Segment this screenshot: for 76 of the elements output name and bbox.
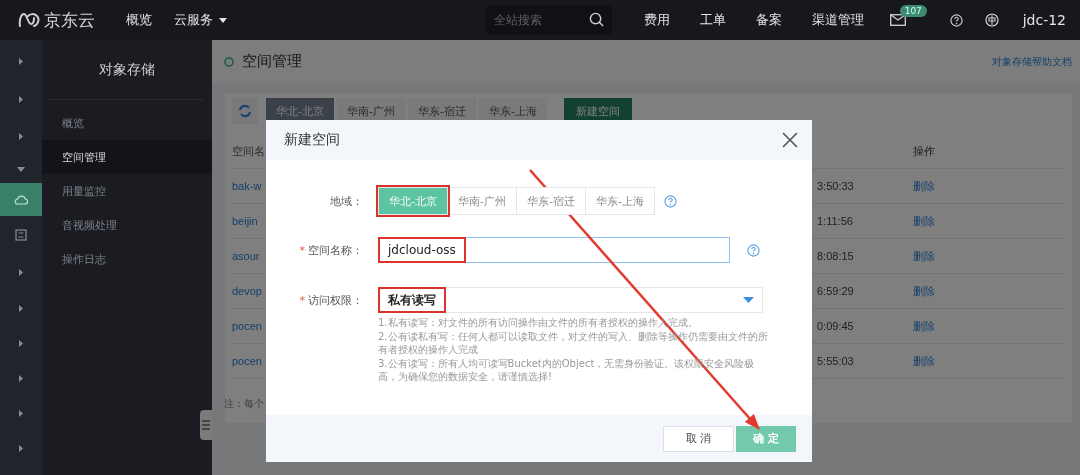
confirm-button[interactable]: 确 定 (736, 425, 796, 452)
table-cell[interactable]: devop (232, 285, 262, 297)
region-option[interactable]: 华东-宿迁 (515, 187, 586, 215)
delete-link[interactable]: 删除 (913, 178, 935, 194)
top-link[interactable]: 备案 (755, 11, 782, 29)
help-doc-link[interactable]: 对象存储帮助文档 (992, 54, 1072, 69)
cancel-button[interactable]: 取 消 (663, 425, 734, 452)
caret-icon (19, 57, 23, 65)
table-cell: 1:11:56 (817, 215, 853, 227)
region-option[interactable]: 华北-北京 (378, 187, 448, 215)
caret-icon (19, 375, 23, 382)
delete-link[interactable]: 删除 (913, 248, 935, 264)
caret-icon (19, 340, 23, 347)
table-cell: 3:50:33 (817, 180, 854, 192)
brand-name: 京东云 (44, 8, 95, 32)
status-ring-icon (224, 56, 234, 67)
logo-icon (18, 12, 40, 28)
table-cell: 8:08:15 (817, 250, 854, 262)
column-header: 空间名 (232, 144, 265, 159)
search-icon[interactable] (588, 12, 604, 27)
dialog-title: 新建空间 (284, 131, 340, 149)
required-mark: * (299, 293, 305, 307)
field-label: 地域： (329, 193, 364, 209)
bucket-name-field[interactable]: jdcloud-oss (378, 237, 730, 263)
caret-down-icon (17, 166, 25, 172)
top-link[interactable]: 渠道管理 (811, 11, 864, 29)
nav-item[interactable]: 云服务 (174, 11, 213, 29)
caret-icon (19, 95, 23, 103)
required-mark: * (299, 243, 305, 257)
mail-icon[interactable] (889, 14, 906, 26)
sidebar-item[interactable]: 概览 (42, 106, 212, 140)
caret-icon (19, 269, 23, 276)
page-title: 空间管理 (242, 52, 302, 71)
caret-icon (19, 133, 23, 140)
field-label: 空间名称： (308, 243, 363, 257)
caret-icon (19, 410, 23, 417)
delete-link[interactable]: 删除 (913, 318, 935, 334)
caret-down-icon (219, 17, 227, 23)
field-label: 访问权限： (308, 293, 363, 307)
sidebar-item[interactable]: 操作日志 (42, 242, 212, 276)
table-cell[interactable]: beijin (232, 215, 258, 227)
table-cell[interactable]: pocen (232, 355, 262, 367)
sidebar-item[interactable]: 音视频处理 (42, 208, 212, 242)
delete-link[interactable]: 删除 (913, 213, 935, 229)
table-cell: 0:09:45 (817, 320, 854, 332)
table-cell[interactable]: asour (232, 250, 260, 262)
top-link[interactable]: 费用 (643, 11, 670, 29)
user-name[interactable]: jdc-12 (1022, 12, 1066, 28)
table-cell[interactable]: bak-w (232, 180, 262, 192)
table-cell[interactable]: pocen (232, 320, 262, 332)
help-icon[interactable] (949, 13, 963, 27)
caret-icon (19, 305, 23, 312)
collapse-handle[interactable] (200, 410, 212, 440)
globe-icon[interactable] (984, 13, 999, 27)
delete-link[interactable]: 删除 (913, 283, 935, 299)
top-link[interactable]: 工单 (699, 11, 726, 29)
sidebar-item[interactable]: 用量监控 (42, 174, 212, 208)
cloud-icon (14, 194, 28, 205)
refresh-icon (238, 104, 252, 118)
caret-down-icon (743, 297, 754, 303)
region-option[interactable]: 华南-广州 (447, 187, 517, 215)
mail-count-badge: 107 (899, 5, 927, 17)
close-button[interactable] (782, 132, 798, 148)
caret-icon (19, 445, 23, 452)
sidebar-title: 对象存储 (50, 40, 204, 100)
region-option[interactable]: 华东-上海 (584, 187, 655, 215)
refresh-button[interactable] (232, 98, 258, 124)
search-field[interactable]: 全站搜索 (485, 6, 612, 34)
delete-link[interactable]: 删除 (913, 353, 935, 369)
square-icon (15, 229, 27, 241)
table-cell: 5:55:03 (817, 355, 854, 367)
column-header: 操作 (913, 144, 935, 159)
table-cell: 6:59:29 (817, 285, 854, 297)
sidebar-item[interactable]: 空间管理 (42, 140, 212, 174)
nav-item[interactable]: 概览 (126, 11, 152, 29)
access-select[interactable]: 私有读写 (378, 287, 763, 313)
